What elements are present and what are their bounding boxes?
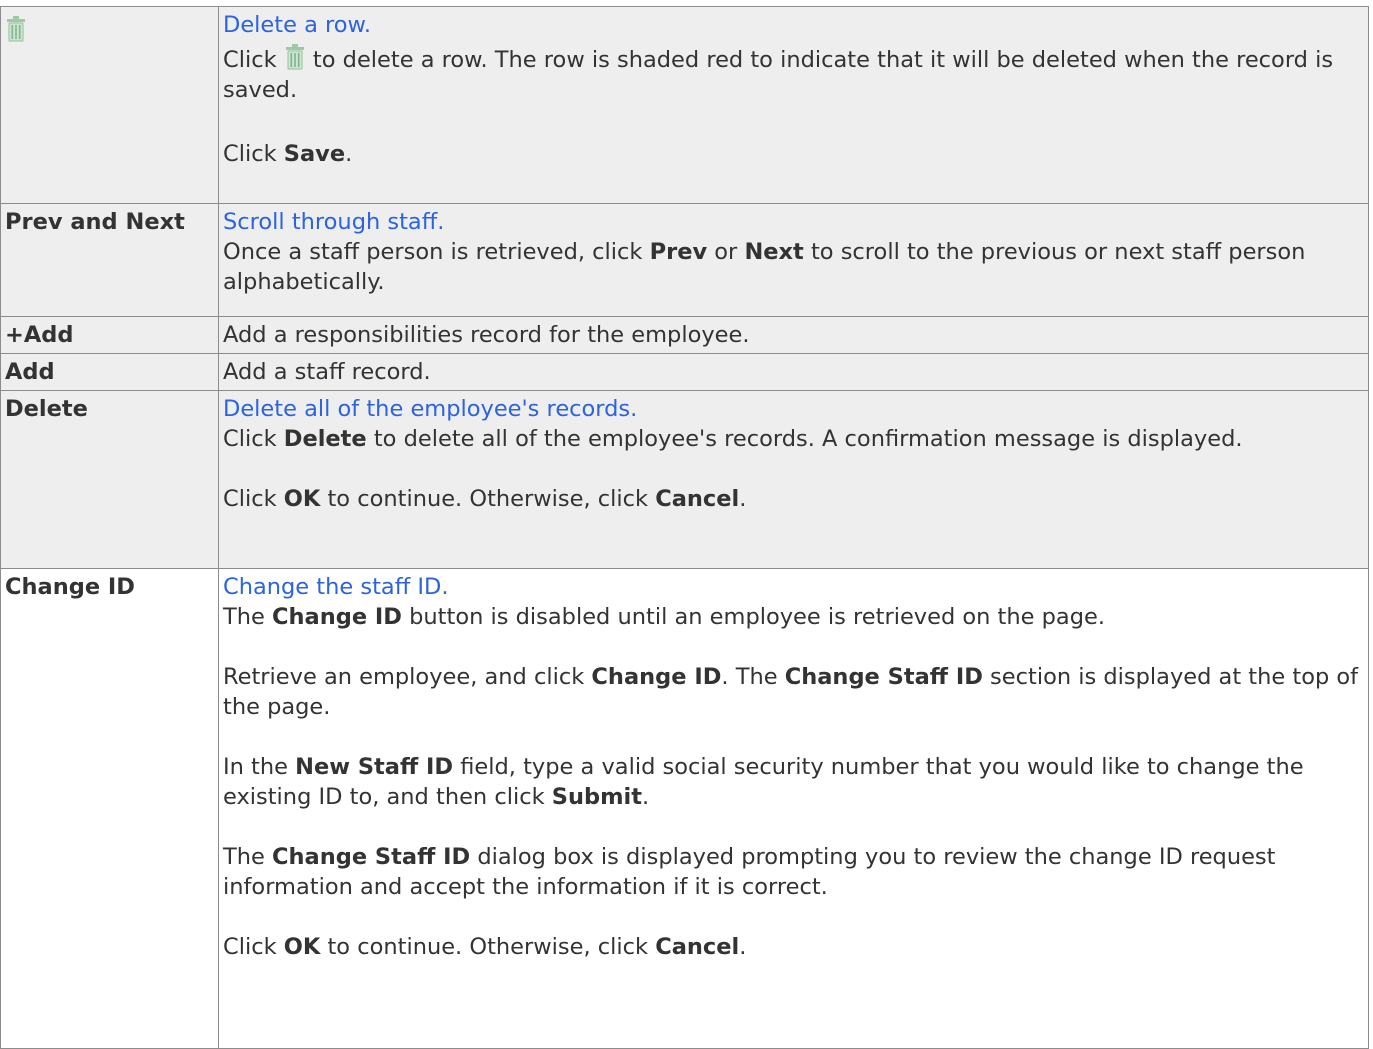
bold-term: OK (283, 486, 321, 512)
row-heading-link[interactable]: Change the staff ID. (223, 572, 1364, 602)
row-paragraph: The Change Staff ID dialog box is displa… (223, 842, 1364, 902)
row-description: Delete a row. Click to delete a row. The… (218, 6, 1369, 204)
table-row: Delete a row. Click to delete a row. The… (0, 6, 1369, 204)
row-key: Delete (0, 390, 219, 569)
row-paragraph: Once a staff person is retrieved, click … (223, 237, 1364, 297)
bold-term: Delete (283, 426, 367, 452)
trash-icon (7, 16, 25, 42)
bold-term: OK (283, 934, 321, 960)
text-span: . (739, 486, 747, 512)
bold-term: New Staff ID (295, 754, 454, 780)
row-paragraph: Click Delete to delete all of the employ… (223, 424, 1364, 454)
bold-term: Next (744, 239, 804, 265)
trash-icon (285, 44, 304, 70)
text-span: to delete all of the employee's records.… (366, 426, 1243, 452)
text-span: Click (223, 934, 284, 960)
row-key: Add (0, 353, 219, 391)
row-paragraph: Click OK to continue. Otherwise, click C… (223, 932, 1364, 962)
text-span: button is disabled until an employee is … (401, 604, 1105, 630)
text-span: Click (223, 47, 284, 73)
table-row: Delete Delete all of the employee's reco… (0, 390, 1369, 569)
row-paragraph: Click Save. (223, 139, 1364, 169)
table-row: Change ID Change the staff ID. The Chang… (0, 568, 1369, 1049)
text-span: Click (223, 141, 284, 167)
row-paragraph: Retrieve an employee, and click Change I… (223, 662, 1364, 722)
row-key (0, 6, 219, 204)
bold-term: Change ID (591, 664, 722, 690)
text-span: Retrieve an employee, and click (223, 664, 592, 690)
row-description: Add a staff record. (218, 353, 1369, 391)
text-span: to continue. Otherwise, click (320, 486, 656, 512)
row-paragraph: The Change ID button is disabled until a… (223, 602, 1364, 632)
table-row: Prev and Next Scroll through staff. Once… (0, 203, 1369, 317)
row-paragraph: In the New Staff ID field, type a valid … (223, 752, 1364, 812)
text-span: Click (223, 486, 284, 512)
text-span: or (707, 239, 745, 265)
text-span: In the (223, 754, 296, 780)
table-row: +Add Add a responsibilities record for t… (0, 316, 1369, 354)
bold-term: Cancel (655, 486, 740, 512)
row-heading-link[interactable]: Delete a row. (223, 10, 1364, 40)
text-span: . (739, 934, 747, 960)
row-paragraph: Click to delete a row. The row is shaded… (223, 44, 1364, 105)
table-row: Add Add a staff record. (0, 353, 1369, 391)
text-span: Click (223, 426, 284, 452)
bold-term: Cancel (655, 934, 740, 960)
bold-term: Submit (551, 784, 643, 810)
text-span: to continue. Otherwise, click (320, 934, 656, 960)
bold-term: Save (283, 141, 346, 167)
bold-term: Change Staff ID (784, 664, 983, 690)
row-key: Prev and Next (0, 203, 219, 317)
row-description: Change the staff ID. The Change ID butto… (218, 568, 1369, 1049)
bold-term: Change ID (272, 604, 402, 630)
row-heading-link[interactable]: Delete all of the employee's records. (223, 394, 1364, 424)
row-paragraph: Click OK to continue. Otherwise, click C… (223, 484, 1364, 514)
row-description: Delete all of the employee's records. Cl… (218, 390, 1369, 569)
row-description: Scroll through staff. Once a staff perso… (218, 203, 1369, 317)
row-key: Change ID (0, 568, 219, 1049)
row-key: +Add (0, 316, 219, 354)
text-span: Once a staff person is retrieved, click (223, 239, 650, 265)
help-table: Delete a row. Click to delete a row. The… (0, 6, 1369, 1049)
bold-term: Change Staff ID (272, 844, 471, 870)
text-span: . (642, 784, 650, 810)
text-span: to delete a row. The row is shaded red t… (223, 47, 1334, 103)
row-description: Add a responsibilities record for the em… (218, 316, 1369, 354)
text-span: . (345, 141, 353, 167)
bold-term: Prev (649, 239, 708, 265)
row-heading-link[interactable]: Scroll through staff. (223, 207, 1364, 237)
text-span: The (223, 844, 272, 870)
text-span: The (223, 604, 272, 630)
text-span: . The (721, 664, 785, 690)
